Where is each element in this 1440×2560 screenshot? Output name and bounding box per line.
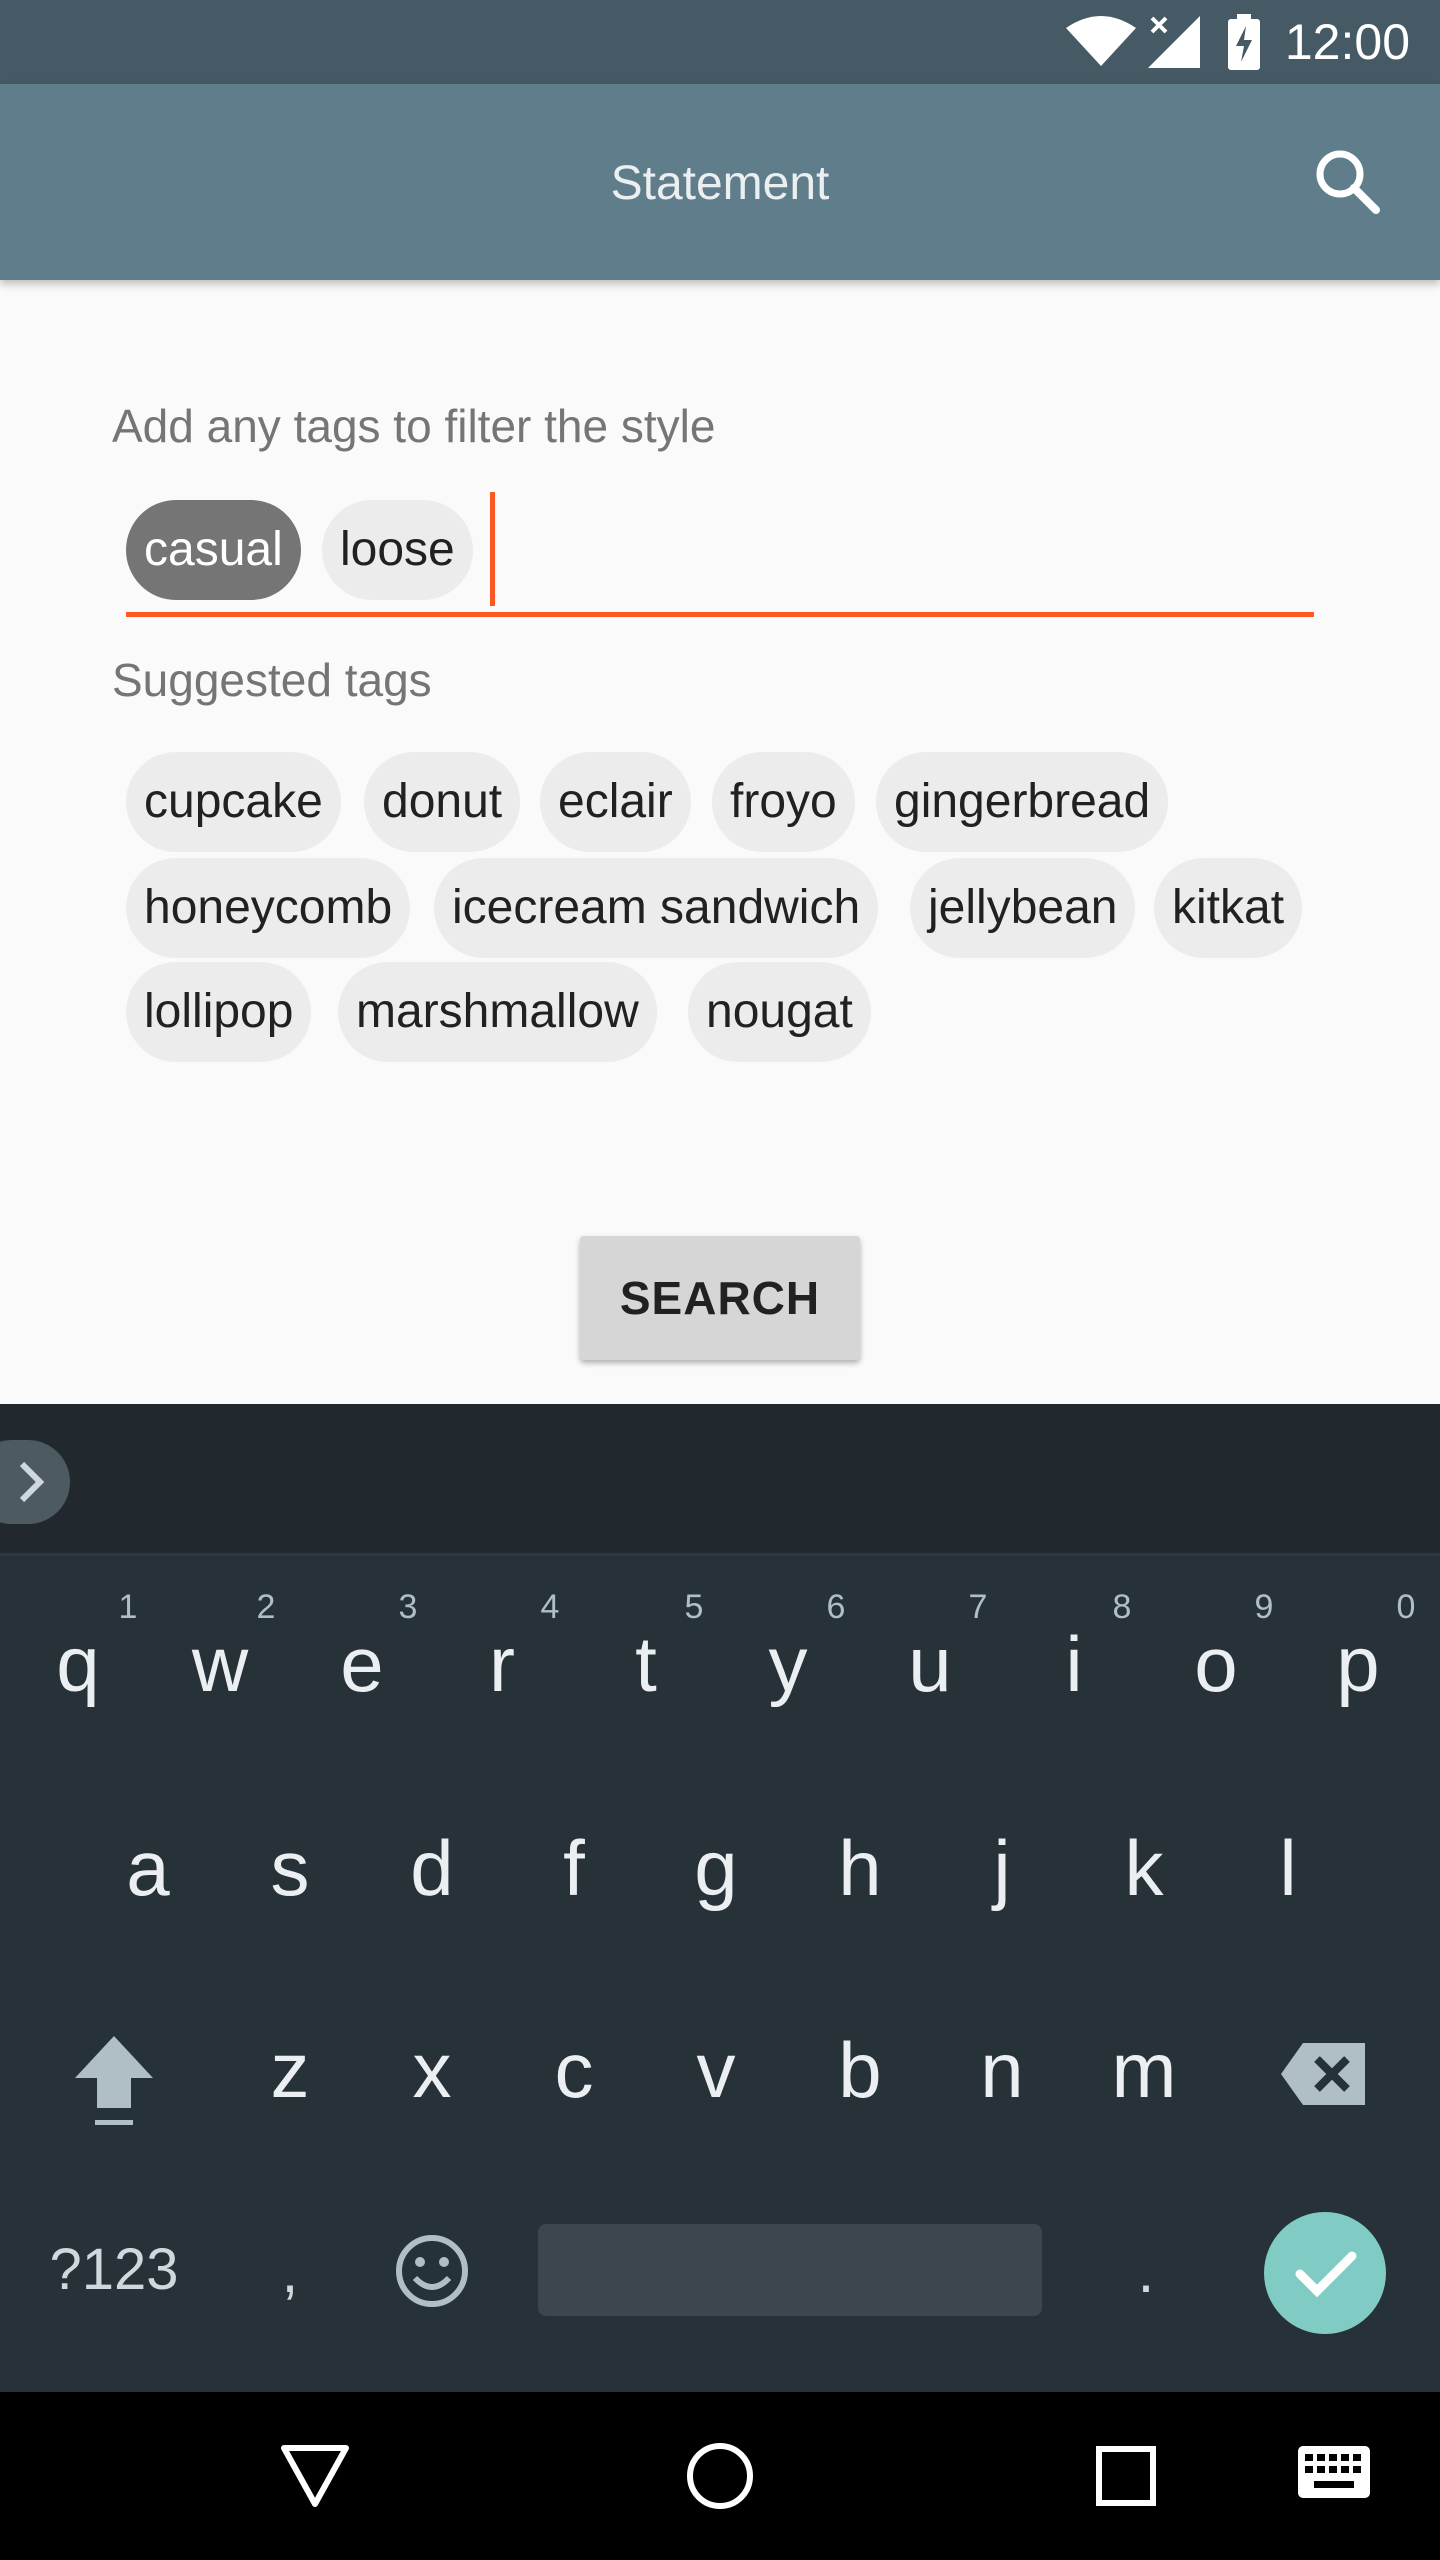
period-key[interactable]: . [1086, 2222, 1206, 2322]
key-e[interactable]: e [302, 1614, 422, 1714]
suggested-tag-chip[interactable]: cupcake [126, 752, 341, 852]
comma-key[interactable]: , [230, 2222, 350, 2322]
shift-key[interactable] [54, 2020, 174, 2130]
tags-input-underline [126, 612, 1314, 617]
back-icon[interactable] [280, 2444, 350, 2508]
key-z[interactable]: z [230, 2020, 350, 2120]
backspace-icon [1281, 2043, 1365, 2105]
suggested-tag-chip[interactable]: nougat [688, 962, 871, 1062]
suggested-tag-chip[interactable]: icecream sandwich [434, 858, 879, 958]
tags-input-label: Add any tags to filter the style [112, 400, 716, 452]
suggested-tag-chip[interactable]: honeycomb [126, 858, 411, 958]
key-hint: 6 [826, 1588, 846, 1626]
key-hint: 8 [1112, 1588, 1132, 1626]
suggested-tag-chip[interactable]: eclair [540, 752, 691, 852]
key-q[interactable]: q [18, 1614, 138, 1714]
key-hint: 2 [256, 1588, 276, 1626]
keyboard-switch-icon[interactable] [1298, 2446, 1370, 2498]
suggested-tag-chip[interactable]: jellybean [910, 858, 1136, 958]
page-title: Statement [610, 157, 830, 210]
app-bar: Statement [0, 84, 1440, 280]
key-n[interactable]: n [942, 2020, 1062, 2120]
key-f[interactable]: f [514, 1818, 634, 1918]
suggested-tag-chip[interactable]: gingerbread [876, 752, 1169, 852]
suggested-tag-chip[interactable]: donut [364, 752, 521, 852]
check-icon [1295, 2251, 1357, 2298]
key-d[interactable]: d [372, 1818, 492, 1918]
key-o[interactable]: o [1156, 1614, 1276, 1714]
key-v[interactable]: v [656, 2020, 776, 2120]
suggested-tags-label: Suggested tags [112, 654, 432, 706]
key-l[interactable]: l [1228, 1818, 1348, 1918]
emoji-key[interactable] [372, 2220, 492, 2331]
chevron-right-icon [19, 1461, 45, 1503]
key-hint: 0 [1396, 1588, 1416, 1626]
signal-icon [1148, 16, 1200, 68]
search-submit-button[interactable]: SEARCH [580, 1236, 860, 1360]
key-b[interactable]: b [800, 2020, 920, 2120]
key-a[interactable]: a [88, 1818, 208, 1918]
key-p[interactable]: p [1298, 1614, 1418, 1714]
status-bar: 12:00 [0, 0, 1440, 84]
search-button[interactable] [1312, 146, 1384, 218]
keyboard-expand-button[interactable] [0, 1440, 70, 1524]
shift-icon [75, 2036, 153, 2125]
selected-tag-chip[interactable]: casual [126, 500, 301, 600]
key-x[interactable]: x [372, 2020, 492, 2120]
key-w[interactable]: w [160, 1614, 280, 1714]
navigation-bar [0, 2392, 1440, 2560]
key-r[interactable]: r [442, 1614, 562, 1714]
key-j[interactable]: j [942, 1818, 1062, 1918]
suggested-tag-chip[interactable]: marshmallow [338, 962, 657, 1062]
enter-key[interactable] [1264, 2212, 1386, 2334]
symbols-key[interactable]: ?123 [34, 2220, 194, 2320]
keyboard-suggestion-strip [0, 1404, 1440, 1556]
key-h[interactable]: h [800, 1818, 920, 1918]
key-t[interactable]: t [586, 1614, 706, 1714]
key-g[interactable]: g [656, 1818, 776, 1918]
key-s[interactable]: s [230, 1818, 350, 1918]
suggested-tag-chip[interactable]: froyo [712, 752, 855, 852]
search-icon [1316, 150, 1380, 214]
backspace-key[interactable] [1264, 2030, 1384, 2130]
key-k[interactable]: k [1084, 1818, 1204, 1918]
key-m[interactable]: m [1084, 2020, 1204, 2120]
key-hint: 4 [540, 1588, 560, 1626]
key-hint: 7 [968, 1588, 988, 1626]
home-icon[interactable] [686, 2442, 754, 2510]
key-c[interactable]: c [514, 2020, 634, 2120]
wifi-icon [1066, 16, 1136, 66]
status-time: 12:00 [1284, 14, 1410, 70]
recents-icon[interactable] [1096, 2446, 1156, 2506]
space-key[interactable] [538, 2224, 1042, 2316]
emoji-icon [396, 2235, 468, 2307]
selected-tag-chip[interactable]: loose [322, 500, 473, 600]
key-y[interactable]: y [728, 1614, 848, 1714]
key-u[interactable]: u [870, 1614, 990, 1714]
battery-charging-icon [1228, 14, 1260, 70]
key-hint: 5 [684, 1588, 704, 1626]
text-cursor[interactable] [490, 492, 495, 606]
key-hint: 1 [118, 1588, 138, 1626]
suggested-tag-chip[interactable]: kitkat [1154, 858, 1303, 958]
key-i[interactable]: i [1014, 1614, 1134, 1714]
suggested-tag-chip[interactable]: lollipop [126, 962, 312, 1062]
key-hint: 3 [398, 1588, 418, 1626]
key-hint: 9 [1254, 1588, 1274, 1626]
